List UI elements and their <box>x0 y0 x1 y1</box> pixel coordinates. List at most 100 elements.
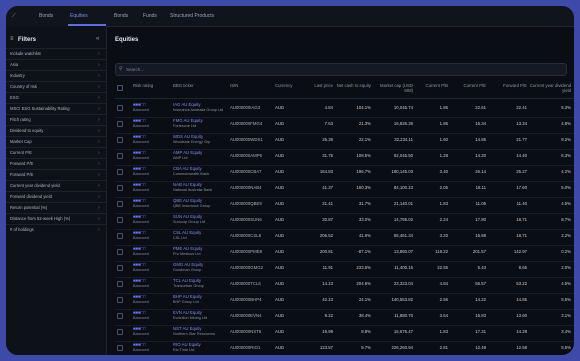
pe-value: 15.88 <box>475 233 486 238</box>
column-current-pe[interactable]: Current P/E <box>451 83 486 88</box>
ticker-link[interactable]: NAB AU Equity <box>173 182 202 187</box>
filter-item[interactable]: Dividend to equity › <box>6 125 106 136</box>
dy-value: 2.2% <box>561 233 571 238</box>
row-checkbox[interactable] <box>117 345 123 351</box>
dy-value: 9.2% <box>561 137 571 142</box>
fpe-value: 14.85 <box>516 297 527 302</box>
tab-bonds-home[interactable]: Bonds <box>39 13 53 19</box>
fpe-value: 18.71 <box>516 217 527 222</box>
dy-value: 5.0% <box>561 185 571 190</box>
row-checkbox[interactable] <box>117 265 123 271</box>
pe-value: 22.61 <box>475 105 486 110</box>
row-checkbox[interactable] <box>117 281 123 287</box>
filter-item[interactable]: Forward dividend yield › <box>6 191 106 202</box>
currency-value: AUD <box>275 297 285 302</box>
column-isin[interactable]: ISIN <box>230 83 238 88</box>
filters-title: Filters <box>18 37 37 43</box>
row-checkbox[interactable] <box>117 233 123 239</box>
cash-value: 204.6% <box>356 281 371 286</box>
ticker-link[interactable]: BHP AU Equity <box>173 294 202 299</box>
tab-structured-products[interactable]: Structured Products <box>170 13 214 19</box>
column-dividend-yield[interactable]: Current year dividend yield <box>527 83 571 93</box>
filter-item[interactable]: MSCI ESG Sustainability Rating › <box>6 103 106 114</box>
filter-item[interactable]: Current P/E › <box>6 147 106 158</box>
logo-icon[interactable]: ⟋ <box>12 13 16 19</box>
ticker-link[interactable]: CSL AU Equity <box>173 230 201 235</box>
row-checkbox[interactable] <box>117 185 123 191</box>
filter-item[interactable]: Market Cap › <box>6 136 106 147</box>
filter-item[interactable]: ESG › <box>6 92 106 103</box>
pe-value: 14.85 <box>475 137 486 142</box>
cash-value: 108.5% <box>356 153 371 158</box>
row-checkbox[interactable] <box>117 297 123 303</box>
table-row[interactable]: ■■■□□ Balanced RIO AU Equity Rio Tinto Ltd A… <box>115 338 574 355</box>
price-value: 11.91 <box>322 265 333 270</box>
column-net-cash-to-equity[interactable]: Net cash to equity <box>333 83 371 88</box>
filter-item[interactable]: Industry › <box>6 70 106 81</box>
fpe-value: 14.28 <box>516 329 527 334</box>
filter-item[interactable]: Current year dividend yield › <box>6 180 106 191</box>
select-all-checkbox[interactable] <box>117 85 123 91</box>
ticker-link[interactable]: AMP AU Equity <box>173 150 202 155</box>
ticker-link[interactable]: IAG AU Equity <box>173 102 200 107</box>
dy-value: 5.5% <box>561 345 571 350</box>
filter-item[interactable]: Forward P/E › <box>6 169 106 180</box>
filter-item[interactable]: Country of risk › <box>6 81 106 92</box>
row-checkbox[interactable] <box>117 249 123 255</box>
currency-value: AUD <box>275 217 285 222</box>
row-checkbox[interactable] <box>117 169 123 175</box>
pe-value: 12.49 <box>475 345 486 350</box>
search-input[interactable]: ⚲ Search... <box>115 63 567 76</box>
pb-value: 1.83 <box>439 201 448 206</box>
filter-item[interactable]: Asia › <box>6 59 106 70</box>
filter-item-label: Forward P/E <box>10 172 34 177</box>
filter-item[interactable]: Include watchlist › <box>6 48 106 59</box>
cash-value: 8.8% <box>361 329 371 334</box>
filter-item-label: Country of risk <box>10 84 37 89</box>
row-checkbox[interactable] <box>117 313 123 319</box>
collapse-sidebar-icon[interactable]: « <box>96 36 99 42</box>
row-checkbox[interactable] <box>117 105 123 111</box>
ticker-link[interactable]: RIO AU Equity <box>173 342 201 347</box>
cash-value: 38.4% <box>358 313 371 318</box>
column-current-pb[interactable]: Current P/B <box>413 83 448 88</box>
tab-funds[interactable]: Funds <box>143 13 157 19</box>
risk-rating-icon: ■■■□□ <box>133 214 146 219</box>
pe-value: 26.14 <box>475 169 486 174</box>
filter-item[interactable]: Fitch rating › <box>6 114 106 125</box>
filter-item[interactable]: Forward P/E › <box>6 158 106 169</box>
column-last-price[interactable]: Last price <box>293 83 333 88</box>
ticker-link[interactable]: NST AU Equity <box>173 326 202 331</box>
ticker-link[interactable]: CBA AU Equity <box>173 166 202 171</box>
pb-value: 2.81 <box>439 345 448 350</box>
filter-item[interactable]: # of holdings › <box>6 224 106 235</box>
risk-rating-label: Balanced <box>133 108 149 112</box>
filter-item[interactable]: Return potential (%) › <box>6 202 106 213</box>
row-checkbox[interactable] <box>117 329 123 335</box>
column-risk-rating[interactable]: Risk rating <box>133 83 153 88</box>
column-currency[interactable]: Currency <box>275 83 292 88</box>
ticker-link[interactable]: FMG AU Equity <box>173 118 203 123</box>
row-checkbox[interactable] <box>117 201 123 207</box>
ticker-link[interactable]: TCL AU Equity <box>173 278 201 283</box>
ticker-link[interactable]: SUN AU Equity <box>173 214 202 219</box>
price-value: 20.87 <box>322 217 333 222</box>
ticker-link[interactable]: WDS AU Equity <box>173 134 203 139</box>
currency-value: AUD <box>275 121 285 126</box>
column-bbg-ticker[interactable]: BBG ticker <box>173 83 194 88</box>
column-forward-pe[interactable]: Forward P/E <box>489 83 527 88</box>
row-checkbox[interactable] <box>117 153 123 159</box>
ticker-link[interactable]: QBE AU Equity <box>173 198 202 203</box>
row-checkbox[interactable] <box>117 121 123 127</box>
ticker-link[interactable]: PME AU Equity <box>173 246 202 251</box>
row-checkbox[interactable] <box>117 137 123 143</box>
tab-equities[interactable]: Equities <box>70 13 88 19</box>
tab-bonds[interactable]: Bonds <box>114 13 128 19</box>
isin-value: AU000000SUN6 <box>230 217 262 222</box>
isin-value: AU000000BHP4 <box>230 297 262 302</box>
ticker-link[interactable]: GMG AU Equity <box>173 262 203 267</box>
ticker-link[interactable]: EVN AU Equity <box>173 310 202 315</box>
column-market-cap[interactable]: Market cap (USD MM) <box>373 83 413 93</box>
row-checkbox[interactable] <box>117 217 123 223</box>
filter-item[interactable]: Distance from 52-week High (%) › <box>6 213 106 224</box>
